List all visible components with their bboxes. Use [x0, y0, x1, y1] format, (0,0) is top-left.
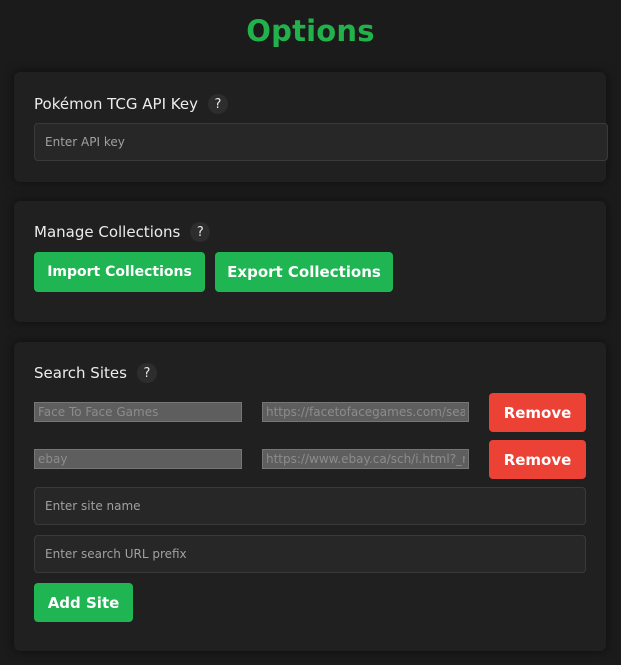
site-name-field[interactable]: [34, 402, 242, 422]
page-title: Options: [246, 14, 375, 48]
site-url-field[interactable]: [262, 449, 469, 469]
remove-site-button[interactable]: Remove: [489, 393, 586, 432]
api-key-help-icon[interactable]: ?: [207, 94, 228, 114]
api-key-input[interactable]: [34, 123, 608, 161]
collections-card: Manage Collections ? Import Collections …: [14, 201, 606, 322]
collections-header: Manage Collections ?: [34, 222, 211, 242]
collections-help-icon[interactable]: ?: [190, 222, 211, 242]
search-sites-card: Search Sites ? Remove Remove Add Site: [14, 342, 606, 651]
search-sites-help-icon[interactable]: ?: [136, 363, 157, 383]
api-key-card: Pokémon TCG API Key ?: [14, 72, 608, 182]
site-name-field[interactable]: [34, 449, 242, 469]
api-key-header: Pokémon TCG API Key ?: [34, 94, 228, 114]
site-url-field[interactable]: [262, 402, 469, 422]
collections-label: Manage Collections: [34, 223, 181, 241]
new-site-name-input[interactable]: [34, 487, 586, 525]
search-sites-label: Search Sites: [34, 364, 127, 382]
add-site-button[interactable]: Add Site: [34, 583, 133, 622]
export-collections-button[interactable]: Export Collections: [215, 252, 393, 292]
import-collections-button[interactable]: Import Collections: [34, 252, 205, 292]
search-sites-header: Search Sites ?: [34, 363, 157, 383]
api-key-label: Pokémon TCG API Key: [34, 95, 198, 113]
remove-site-button[interactable]: Remove: [489, 440, 586, 479]
new-site-url-input[interactable]: [34, 535, 586, 573]
